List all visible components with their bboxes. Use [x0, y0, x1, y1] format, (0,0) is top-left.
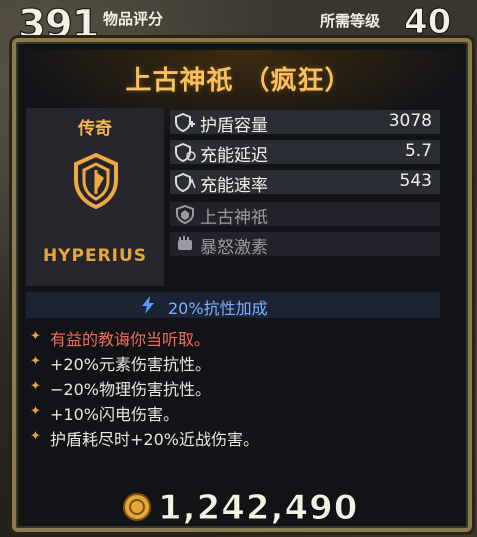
stat-row-perk-ancient-god: 上古神祇 — [170, 202, 440, 228]
lightning-icon — [142, 296, 154, 314]
description-line: ✦ +20%元素伤害抗性。 — [30, 351, 440, 376]
stat-name: 上古神祇 — [200, 208, 268, 228]
description-text: −20%物理伤害抗性。 — [50, 380, 211, 399]
bullet-icon: ✦ — [30, 379, 41, 394]
shield-delay-icon — [175, 142, 196, 162]
stat-value: 543 — [399, 171, 432, 191]
description-line: ✦ −20%物理伤害抗性。 — [30, 376, 440, 401]
required-level: 40 — [403, 2, 452, 43]
resistance-bonus-text: 20%抗性加成 — [168, 299, 268, 318]
item-score-label: 物品评分 — [103, 10, 164, 28]
stat-value: 5.7 — [404, 141, 432, 161]
resistance-bonus-bar: 20%抗性加成 — [26, 292, 440, 318]
bullet-icon: ✦ — [30, 329, 41, 344]
rarity-label: 传奇 — [78, 119, 112, 139]
stat-value: 3078 — [388, 111, 432, 131]
stat-row-recharge-rate: 充能速率 543 — [170, 170, 440, 196]
stat-row-perk-berserk: 暴怒激素 — [170, 232, 440, 258]
item-name: 上古神祇 （疯狂） — [125, 66, 352, 96]
shield-rate-icon — [175, 172, 196, 192]
bullet-icon: ✦ — [30, 354, 41, 369]
stat-name: 充能速率 — [200, 176, 268, 196]
shield-capacity-icon — [175, 112, 195, 132]
price-row: 1,242,490 — [0, 488, 477, 529]
description-text: 有益的教诲你当听取。 — [50, 330, 211, 349]
fist-icon — [178, 236, 192, 250]
stat-name: 充能延迟 — [200, 146, 268, 166]
item-price: 1,242,490 — [157, 488, 359, 529]
stat-name: 护盾容量 — [200, 116, 268, 136]
description-text: +20%元素伤害抗性。 — [50, 355, 211, 374]
shield-perk-icon — [176, 204, 194, 224]
item-description: ✦ 有益的教诲你当听取。 ✦ +20%元素伤害抗性。 ✦ −20%物理伤害抗性。… — [30, 326, 440, 451]
stat-row-recharge-delay: 充能延迟 5.7 — [170, 140, 440, 166]
stat-row-shield-capacity: 护盾容量 3078 — [170, 110, 440, 136]
flavor-text-line: ✦ 有益的教诲你当听取。 — [30, 326, 440, 351]
required-level-label: 所需等级 — [320, 12, 381, 30]
shield-icon — [74, 152, 118, 210]
description-line: ✦ +10%闪电伤害。 — [30, 401, 440, 426]
description-line: ✦ 护盾耗尽时+20%近战伤害。 — [30, 426, 440, 451]
item-info-panel: 传奇 HYPERIUS — [26, 108, 164, 286]
description-text: +10%闪电伤害。 — [50, 405, 179, 424]
manufacturer-logo: HYPERIUS — [42, 246, 148, 266]
stat-name: 暴怒激素 — [200, 238, 268, 258]
coin-icon — [123, 493, 151, 521]
description-text: 护盾耗尽时+20%近战伤害。 — [50, 430, 259, 449]
bullet-icon: ✦ — [30, 404, 41, 419]
bullet-icon: ✦ — [30, 429, 41, 444]
